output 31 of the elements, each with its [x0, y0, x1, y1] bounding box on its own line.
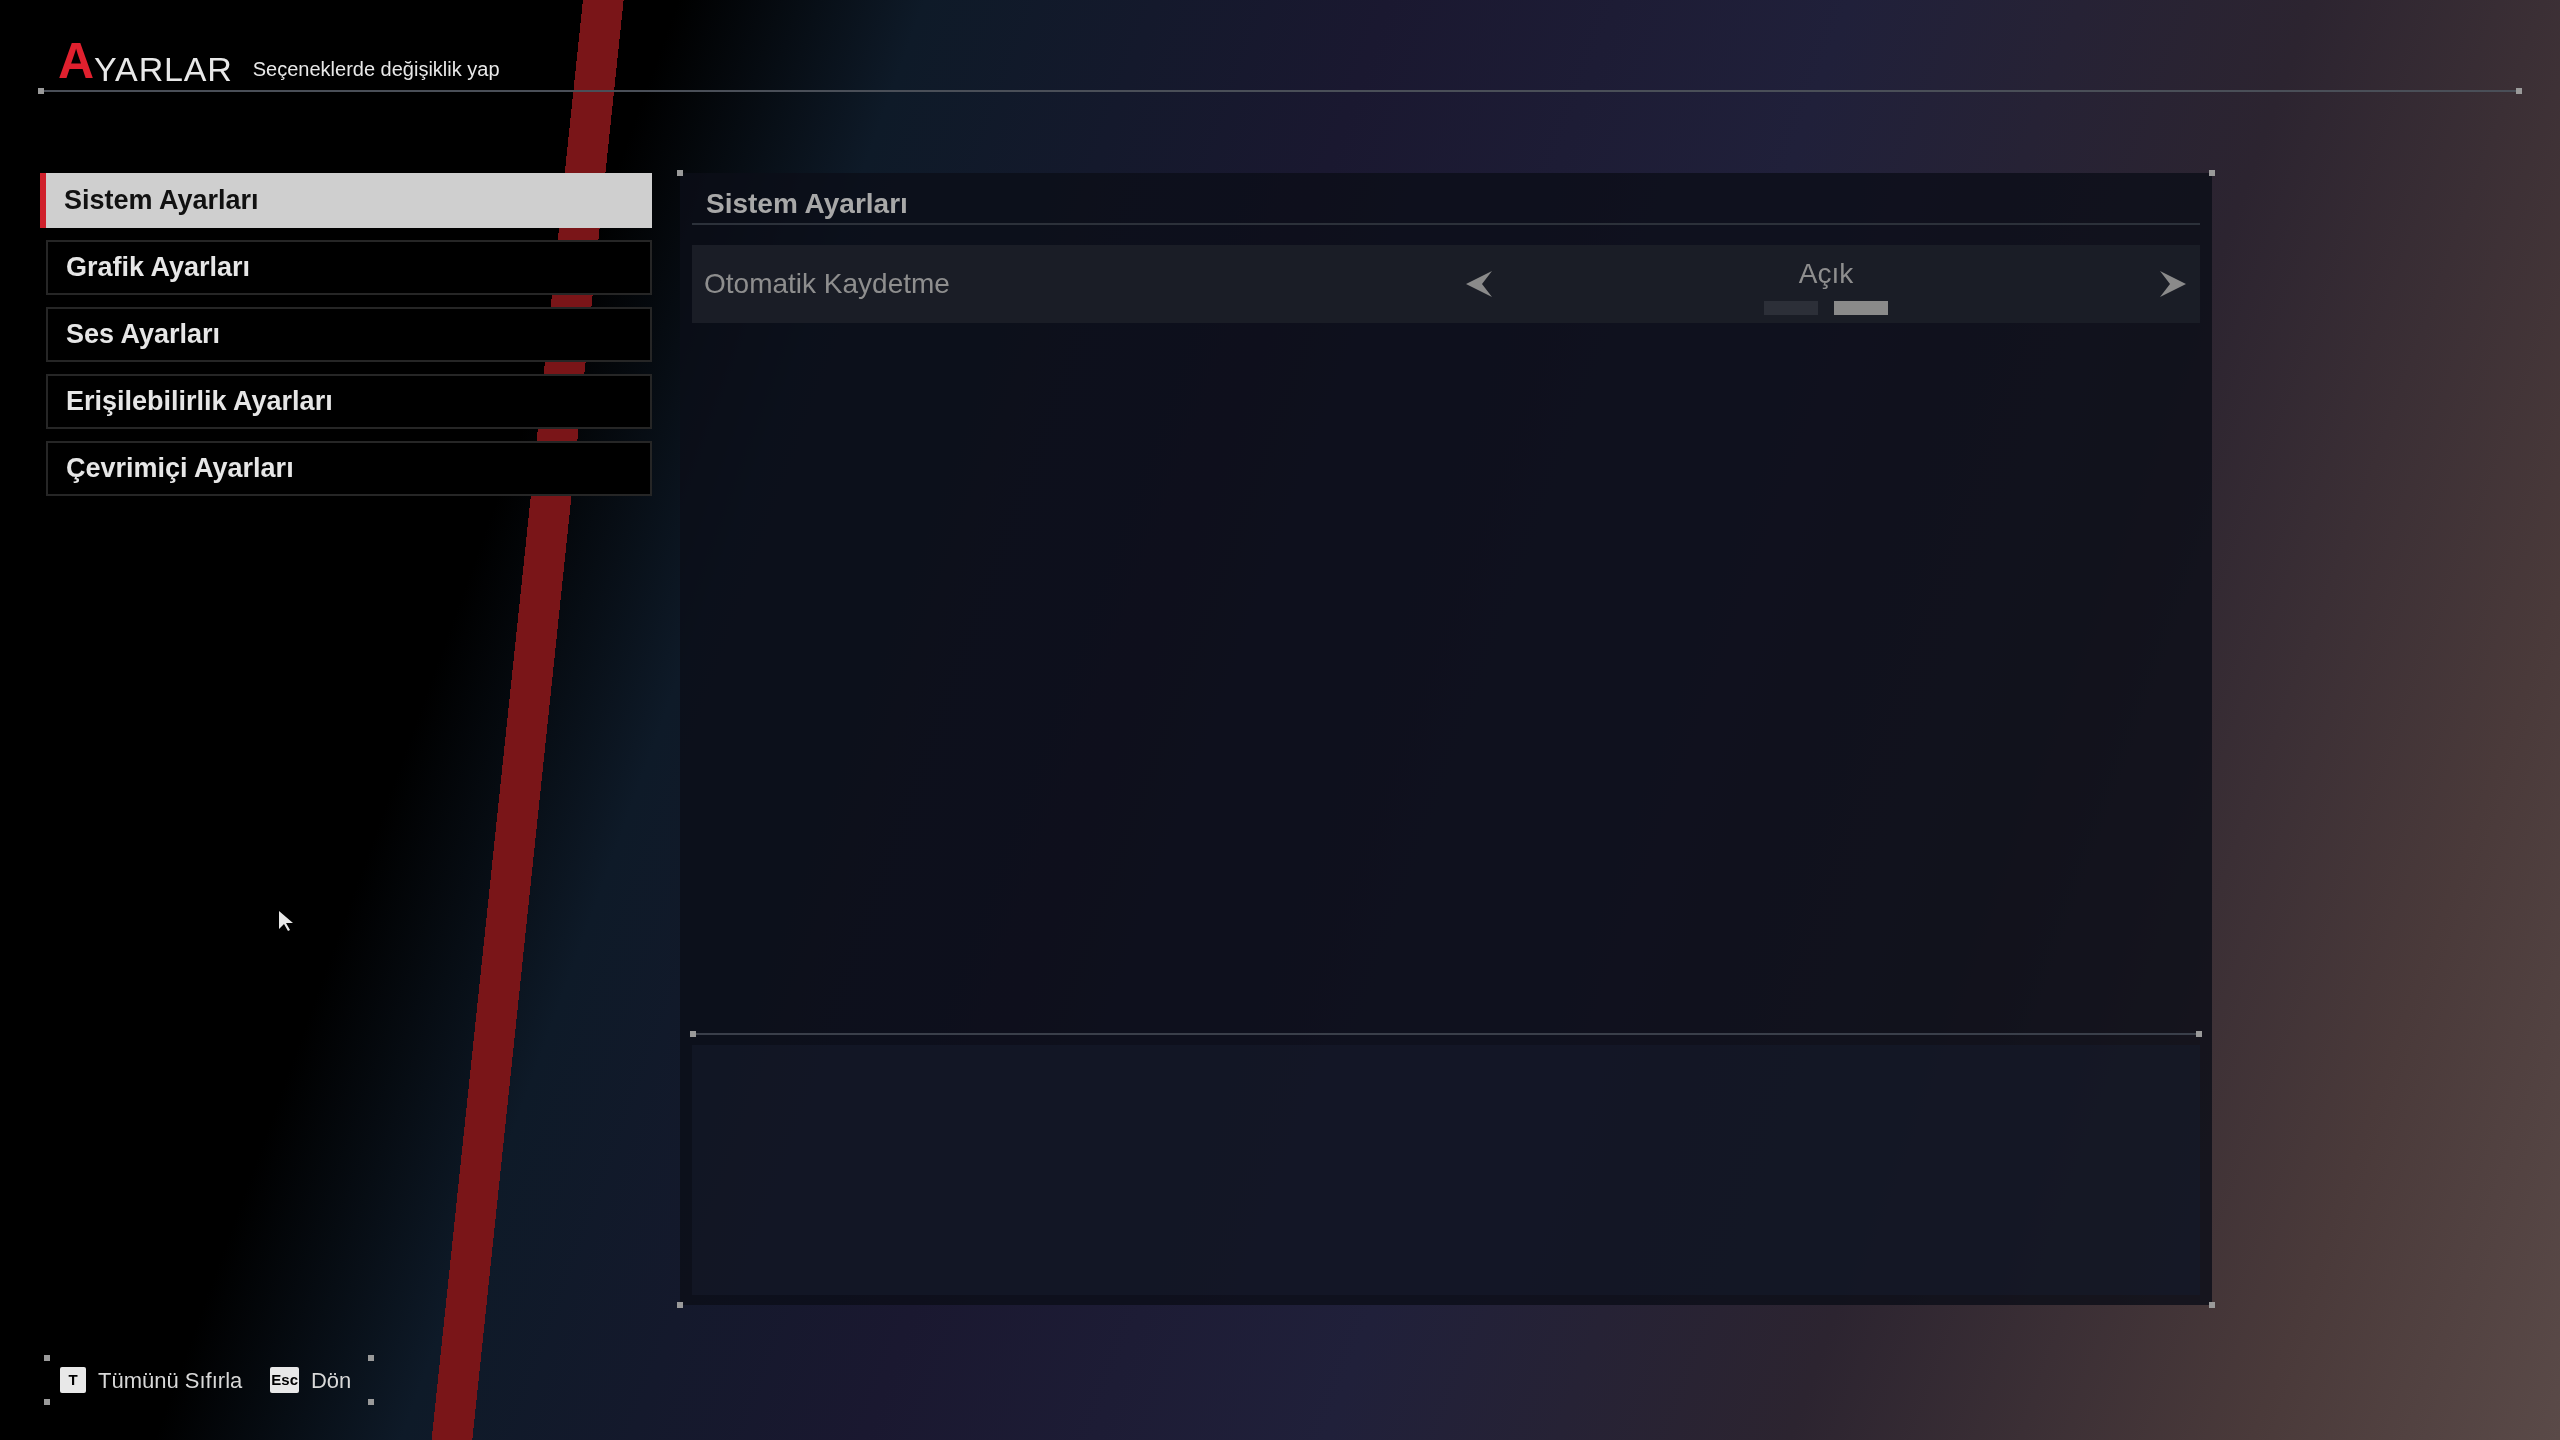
key-cap: T	[60, 1367, 86, 1393]
sidebar-item[interactable]: Grafik Ayarları	[46, 240, 652, 295]
right-arrow-icon[interactable]	[2158, 269, 2188, 299]
corner-mark	[2516, 88, 2522, 94]
setting-label: Otomatik Kaydetme	[704, 267, 951, 301]
title-initial: A	[58, 36, 95, 86]
key-cap: Esc	[270, 1367, 299, 1393]
corner-mark	[38, 88, 44, 94]
left-arrow-icon[interactable]	[1464, 269, 1494, 299]
setting-row[interactable]: Otomatik Kaydetme Açık	[692, 245, 2200, 323]
corner-mark	[368, 1355, 374, 1361]
corner-mark	[2209, 170, 2215, 176]
corner-mark	[2209, 1302, 2215, 1308]
corner-mark	[44, 1355, 50, 1361]
sidebar-item[interactable]: Ses Ayarları	[46, 307, 652, 362]
hint-label[interactable]: Dön	[311, 1363, 352, 1397]
page-subtitle: Seçeneklerde değişiklik yap	[252, 57, 500, 82]
corner-mark	[44, 1399, 50, 1405]
page-title: YARLAR	[94, 52, 233, 86]
sidebar-item[interactable]: Erişilebilirlik Ayarları	[46, 374, 652, 429]
sidebar-item[interactable]: Sistem Ayarları	[40, 173, 652, 228]
corner-mark	[677, 170, 683, 176]
setting-value: Açık	[1798, 257, 1854, 291]
sidebar-item[interactable]: Çevrimiçi Ayarları	[46, 441, 652, 496]
corner-mark	[690, 1031, 696, 1037]
corner-mark	[368, 1399, 374, 1405]
mouse-cursor-icon	[278, 910, 294, 932]
corner-mark	[677, 1302, 683, 1308]
panel-title: Sistem Ayarları	[705, 187, 909, 221]
hint-label[interactable]: Tümünü Sıfırla	[98, 1363, 243, 1397]
corner-mark	[2196, 1031, 2202, 1037]
